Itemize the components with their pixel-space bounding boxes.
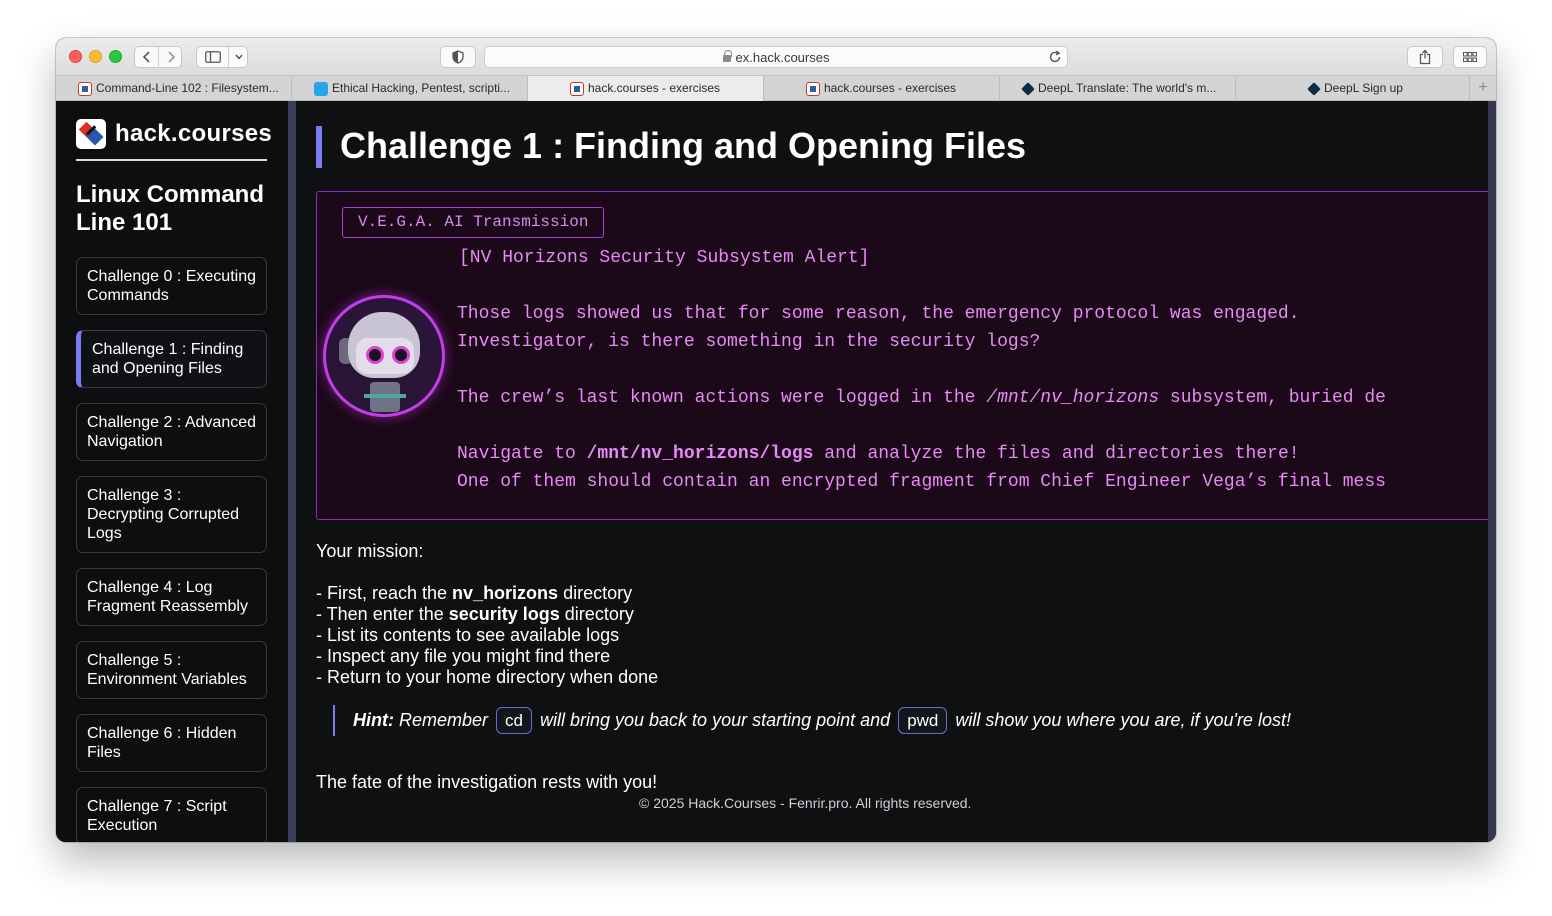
chevron-down-icon	[235, 54, 243, 60]
hint-callout: Hint: Remember cd will bring you back to…	[333, 705, 1291, 736]
alert-line: [NV Horizons Security Subsystem Alert]	[459, 248, 870, 268]
course-sidebar: hack.courses Linux Command Line 101 Chal…	[56, 101, 294, 842]
course-title: Linux Command Line 101	[76, 181, 265, 236]
back-button[interactable]	[135, 47, 159, 67]
mission-step: - Inspect any file you might find there	[316, 646, 611, 666]
page-title: Challenge 1 : Finding and Opening Files	[340, 125, 1027, 166]
mission-step: - First, reach the nv_horizons directory	[316, 583, 633, 603]
reload-icon[interactable]	[1048, 50, 1062, 64]
hack-courses-favicon-icon	[806, 81, 820, 96]
challenge-item-7[interactable]: Challenge 7 : Script Execution	[76, 787, 267, 842]
tab-label: Command-Line 102 : Filesystem...	[96, 81, 279, 95]
mission-step: - Return to your home directory when don…	[316, 667, 659, 687]
title-accent-bar	[316, 126, 322, 168]
hack-courses-favicon-icon	[570, 81, 584, 96]
forward-button[interactable]	[159, 47, 183, 67]
close-window-button[interactable]	[69, 50, 82, 63]
sidebar-icon	[204, 51, 221, 63]
address-bar[interactable]: ex.hack.courses	[484, 46, 1068, 68]
mission-step: - Then enter the security logs directory	[316, 604, 634, 624]
deepl-favicon-icon	[1307, 81, 1321, 96]
challenge-content: Challenge 1 : Finding and Opening Files …	[296, 101, 1488, 842]
tab-label: DeepL Translate: The world's m...	[1038, 81, 1217, 95]
page-footer: © 2025 Hack.Courses - Fenrir.pro. All ri…	[639, 795, 972, 811]
sidebar-scrollbar[interactable]	[288, 101, 296, 842]
share-icon	[1419, 49, 1431, 65]
back-forward-group	[134, 46, 182, 68]
tab-label: hack.courses - exercises	[588, 81, 721, 95]
lock-icon	[722, 50, 732, 62]
browser-tab-active[interactable]: hack.courses - exercises	[528, 76, 764, 101]
zoom-window-button[interactable]	[109, 50, 122, 63]
message-line: One of them should contain an encrypted …	[457, 472, 1386, 492]
code-cd: cd	[496, 707, 532, 734]
tab-label: Ethical Hacking, Pentest, scripti...	[332, 81, 511, 95]
challenge-item-1-active[interactable]: Challenge 1 : Finding and Opening Files	[76, 330, 267, 388]
message-line: The crew’s last known actions were logge…	[457, 388, 1386, 408]
url-text: ex.hack.courses	[735, 50, 830, 65]
shield-icon	[452, 50, 464, 64]
share-button[interactable]	[1407, 46, 1443, 68]
path-text: /mnt/nv_horizons	[986, 388, 1160, 408]
challenge-item-6[interactable]: Challenge 6 : Hidden Files	[76, 714, 267, 772]
challenge-item-2[interactable]: Challenge 2 : Advanced Navigation	[76, 403, 267, 461]
challenge-item-3[interactable]: Challenge 3 : Decrypting Corrupted Logs	[76, 476, 267, 553]
sidebar-toggle-button[interactable]	[197, 47, 229, 67]
sidebar-toggle-group	[196, 46, 248, 68]
hack-courses-favicon-icon	[78, 81, 92, 96]
browser-tab[interactable]: DeepL Translate: The world's m...	[1000, 76, 1236, 101]
grid-icon	[1463, 52, 1477, 62]
minimize-window-button[interactable]	[89, 50, 102, 63]
challenge-item-0[interactable]: Challenge 0 : Executing Commands	[76, 257, 267, 315]
transmission-label: V.E.G.A. AI Transmission	[342, 207, 605, 238]
robot-avatar-icon	[323, 295, 445, 417]
sidebar-menu-button[interactable]	[229, 47, 249, 67]
browser-window: ex.hack.courses Command-Line 102 : Files…	[56, 38, 1496, 842]
mission-step: - List its contents to see available log…	[316, 625, 620, 645]
challenge-item-5[interactable]: Challenge 5 : Environment Variables	[76, 641, 267, 699]
chevron-right-icon	[168, 51, 175, 63]
browser-tab[interactable]: DeepL Sign up	[1236, 76, 1470, 101]
blue-square-favicon-icon	[314, 81, 328, 96]
browser-tab[interactable]: hack.courses - exercises	[764, 76, 1000, 101]
web-page: hack.courses Linux Command Line 101 Chal…	[56, 101, 1496, 842]
mission-section: Your mission: - First, reach the nv_hori…	[316, 541, 1476, 688]
browser-tab[interactable]: Ethical Hacking, Pentest, scripti...	[292, 76, 528, 101]
tab-label: hack.courses - exercises	[824, 81, 957, 95]
browser-toolbar: ex.hack.courses	[56, 38, 1496, 75]
code-pwd: pwd	[898, 707, 948, 734]
deepl-favicon-icon	[1021, 81, 1035, 96]
transmission-message: [NV Horizons Security Subsystem Alert] Th…	[457, 244, 1488, 496]
tab-overview-button[interactable]	[1453, 46, 1487, 68]
mission-title: Your mission:	[316, 541, 424, 561]
tab-bar: Command-Line 102 : Filesystem... Ethical…	[56, 75, 1496, 101]
tab-label: DeepL Sign up	[1324, 81, 1403, 95]
closing-text: The fate of the investigation rests with…	[316, 772, 658, 792]
logo-text: hack.courses	[115, 120, 273, 147]
logo-divider	[76, 159, 267, 161]
hint-label: Hint:	[353, 710, 394, 730]
challenge-list: Challenge 0 : Executing Commands Challen…	[76, 257, 267, 842]
path-text: /mnt/nv_horizons/logs	[586, 444, 814, 464]
mission-steps: - First, reach the nv_horizons directory…	[316, 583, 1476, 688]
hack-courses-logo-icon	[76, 119, 106, 149]
challenge-item-4[interactable]: Challenge 4 : Log Fragment Reassembly	[76, 568, 267, 626]
message-line: Those logs showed us that for some reaso…	[457, 304, 1300, 324]
message-line: Investigator, is there something in the …	[457, 332, 1041, 352]
new-tab-button[interactable]: +	[1470, 76, 1496, 101]
browser-tab[interactable]: Command-Line 102 : Filesystem...	[56, 76, 292, 101]
transmission-panel: V.E.G.A. AI Transmission [NV Horizons Se…	[316, 191, 1488, 520]
privacy-report-button[interactable]	[440, 46, 476, 68]
chevron-left-icon	[142, 51, 150, 63]
site-logo[interactable]: hack.courses	[76, 119, 272, 149]
message-line: Navigate to /mnt/nv_horizons/logs and an…	[457, 444, 1300, 464]
page-scrollbar[interactable]	[1488, 101, 1496, 842]
